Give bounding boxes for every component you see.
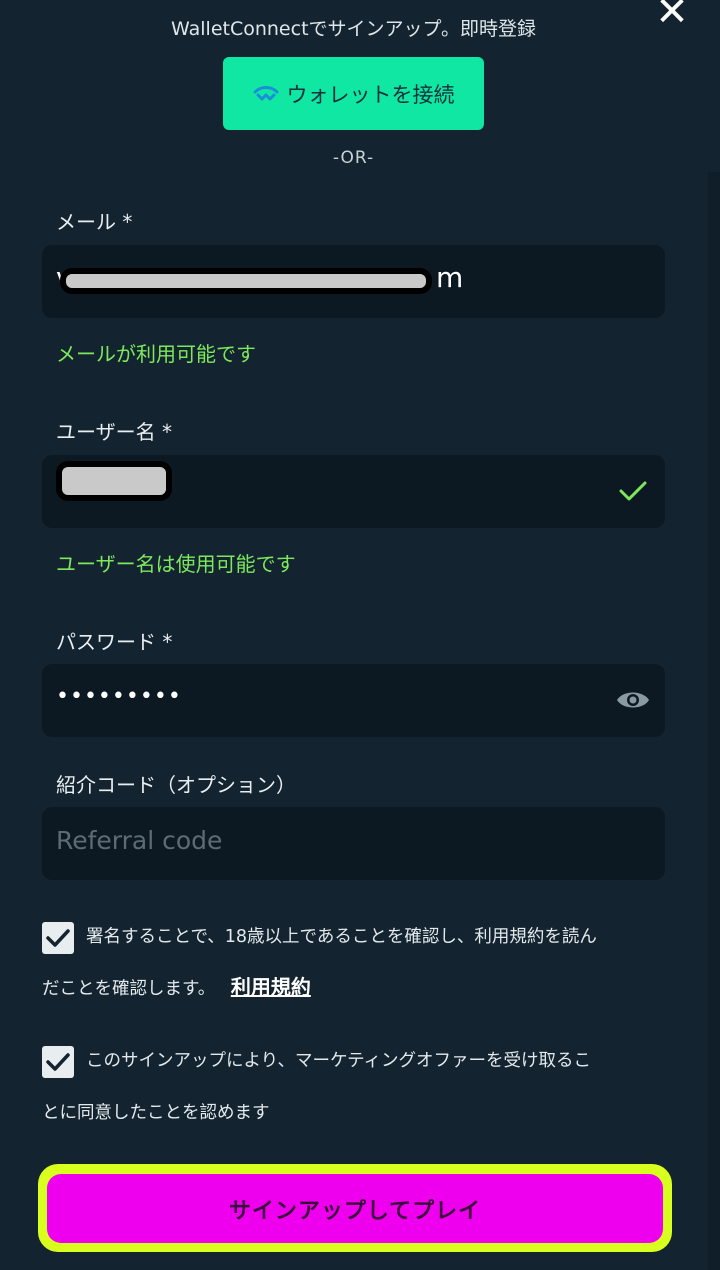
age-consent-text-line1: 署名することで、18歳以上であることを確認し、利用規約を読ん [86,927,597,947]
username-status: ユーザー名は使用可能です [56,552,296,576]
connect-wallet-label: ウォレットを接続 [286,82,455,107]
email-status: メールが利用可能です [56,342,256,366]
username-redaction [56,461,172,501]
email-redaction [60,268,432,294]
scrollbar-track[interactable] [708,172,720,1270]
age-consent-text-line2: だことを確認します。 [42,979,216,999]
email-field[interactable]: v m [42,245,665,318]
marketing-consent-text-line1: このサインアップにより、マーケティングオファーを受け取るこ [86,1051,592,1071]
terms-link[interactable]: 利用規約 [231,975,311,999]
walletconnect-heading: WalletConnectでサインアップ。即時登録 [171,18,536,40]
referral-label: 紹介コード（オプション） [56,773,296,797]
email-label: メール * [56,210,133,234]
checkbox-checked-icon [46,929,70,947]
referral-placeholder: Referral code [56,826,223,855]
connect-wallet-button[interactable]: ウォレットを接続 [223,57,484,130]
username-field[interactable] [42,455,665,528]
walletconnect-icon [253,85,278,100]
age-consent-line2: だことを確認します。 利用規約 [42,962,311,1014]
marketing-consent-checkbox[interactable] [42,1046,74,1078]
checkbox-checked-icon [46,1053,70,1071]
signup-and-play-button[interactable]: サインアップしてプレイ [47,1174,663,1243]
password-value: ••••••••• [56,684,182,709]
password-label: パスワード * [56,630,173,654]
signup-and-play-label: サインアップしてプレイ [228,1198,482,1224]
or-divider: -OR- [332,148,375,168]
email-value-tail: m [436,261,464,294]
age-consent-checkbox[interactable] [42,922,74,954]
checkmark-icon [619,481,647,501]
marketing-consent-text-line2: とに同意したことを認めます [42,1103,270,1123]
eye-icon[interactable] [615,688,651,712]
username-label: ユーザー名 * [56,420,172,444]
